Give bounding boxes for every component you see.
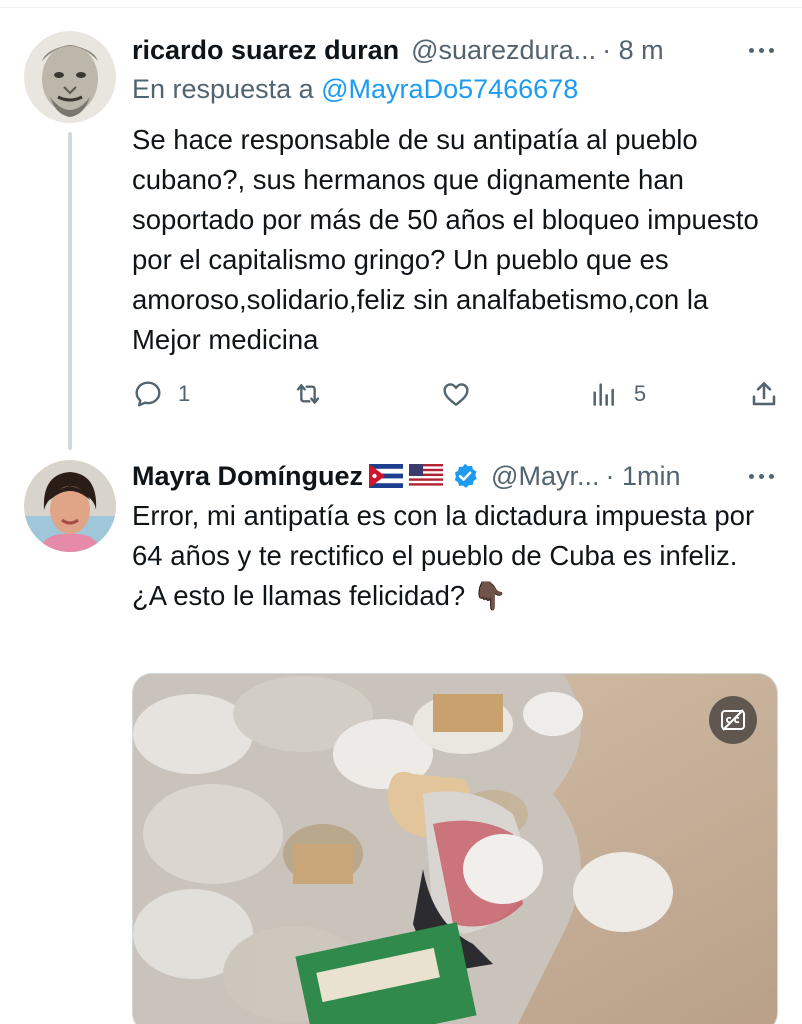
tweet-header: Mayra Domínguez @Mayr... · 1min xyxy=(132,458,778,494)
avatar[interactable] xyxy=(24,460,116,552)
tweet-text: Se hace responsable de su antipatía al p… xyxy=(132,124,767,355)
more-options-icon[interactable] xyxy=(745,473,778,479)
share-icon xyxy=(752,382,776,406)
user-handle[interactable]: @suarezdura... xyxy=(411,35,596,66)
reply-count: 1 xyxy=(178,381,191,406)
tweet-text-line: Error, mi antipatía es con la dictadura … xyxy=(132,500,762,571)
more-options-icon[interactable] xyxy=(745,47,778,53)
timestamp[interactable]: · 1min xyxy=(605,461,680,492)
retweet-button[interactable] xyxy=(292,378,338,410)
tweet-text: Error, mi antipatía es con la dictadura … xyxy=(132,496,778,616)
views-button[interactable]: 5 xyxy=(588,378,646,410)
usa-flag-icon xyxy=(409,464,444,488)
tweet-text-line: ¿A esto le llamas felicidad? 👇🏿 xyxy=(132,580,508,611)
reply-button[interactable]: 1 xyxy=(132,378,190,410)
tweet-media-video[interactable] xyxy=(132,673,778,1024)
video-thumbnail xyxy=(133,674,777,1024)
user-handle[interactable]: @Mayr... xyxy=(491,461,599,492)
heart-icon xyxy=(443,383,469,406)
tweet-content: Mayra Domínguez @Mayr... · 1min Error, m… xyxy=(132,458,778,616)
reply-mention-link[interactable]: @MayraDo57466678 xyxy=(321,74,578,104)
verified-badge-icon xyxy=(454,463,477,488)
tweet-header: ricardo suarez duran @suarezdura... · 8 … xyxy=(132,32,778,68)
display-name[interactable]: ricardo suarez duran xyxy=(132,35,399,66)
reply-tweet[interactable]: ricardo suarez duran @suarezdura... · 8 … xyxy=(0,14,802,454)
timestamp[interactable]: · 8 m xyxy=(602,35,664,66)
views-count: 5 xyxy=(633,381,647,406)
closed-captions-icon[interactable] xyxy=(709,696,757,744)
reply-prefix: En respuesta a xyxy=(132,74,314,104)
share-button[interactable] xyxy=(748,378,780,410)
cuba-flag-icon xyxy=(369,464,404,488)
reply-context: En respuesta a @MayraDo57466678 xyxy=(132,70,778,108)
main-tweet[interactable]: Mayra Domínguez @Mayr... · 1min Error, m… xyxy=(0,454,802,1024)
tweet-actions: 1 5 xyxy=(132,374,780,414)
reply-icon xyxy=(135,381,161,407)
views-icon xyxy=(593,383,614,406)
tweet-content: ricardo suarez duran @suarezdura... · 8 … xyxy=(132,32,778,360)
display-name[interactable]: Mayra Domínguez xyxy=(132,461,363,492)
avatar[interactable] xyxy=(24,31,116,123)
retweet-icon xyxy=(296,384,320,404)
like-button[interactable] xyxy=(440,378,486,410)
thread-line xyxy=(68,132,72,450)
top-divider xyxy=(0,0,802,8)
